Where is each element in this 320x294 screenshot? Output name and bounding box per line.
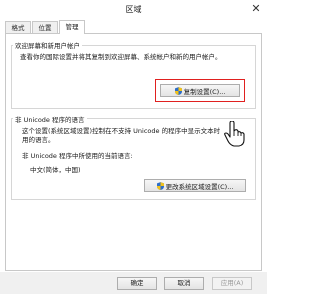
welcome-description: 查看你的国际设置并将其复制到欢迎屏幕、系统帐户和新的用户帐户。 bbox=[20, 53, 222, 61]
unicode-description-line2: 用的语言。 bbox=[22, 136, 55, 144]
copy-settings-button[interactable]: 复制设置(C)... bbox=[160, 84, 240, 97]
window-title: 区域 bbox=[125, 5, 142, 14]
cancel-button[interactable]: 取消 bbox=[164, 277, 204, 290]
unicode-group-title: 非 Unicode 程序的语言 bbox=[13, 114, 87, 124]
hand-cursor-icon bbox=[224, 121, 245, 147]
current-language-label: 非 Unicode 程序中所使用的当前语言: bbox=[22, 152, 133, 160]
tab-location[interactable]: 位置 bbox=[32, 21, 58, 33]
ok-button[interactable]: 确定 bbox=[117, 277, 157, 290]
change-system-locale-label: 更改系统区域设置(C)... bbox=[165, 182, 234, 191]
apply-button[interactable]: 应用(A) bbox=[212, 277, 252, 290]
title-bar: 区域 ✕ bbox=[0, 0, 267, 20]
uac-shield-icon bbox=[174, 86, 182, 95]
tab-administrative[interactable]: 管理 bbox=[59, 20, 85, 34]
change-system-locale-button[interactable]: 更改系统区域设置(C)... bbox=[144, 179, 246, 192]
uac-shield-icon bbox=[156, 181, 164, 190]
welcome-group-title: 欢迎屏幕和新用户帐户 bbox=[13, 40, 82, 50]
tab-formats[interactable]: 格式 bbox=[5, 21, 31, 33]
current-language-value: 中文(简体，中国) bbox=[30, 166, 81, 174]
unicode-description-line1: 这个设置(系统区域设置)控制在不支持 Unicode 的程序中显示文本时 bbox=[22, 127, 221, 135]
close-icon[interactable]: ✕ bbox=[249, 2, 263, 16]
copy-settings-label: 复制设置(C)... bbox=[183, 87, 226, 96]
